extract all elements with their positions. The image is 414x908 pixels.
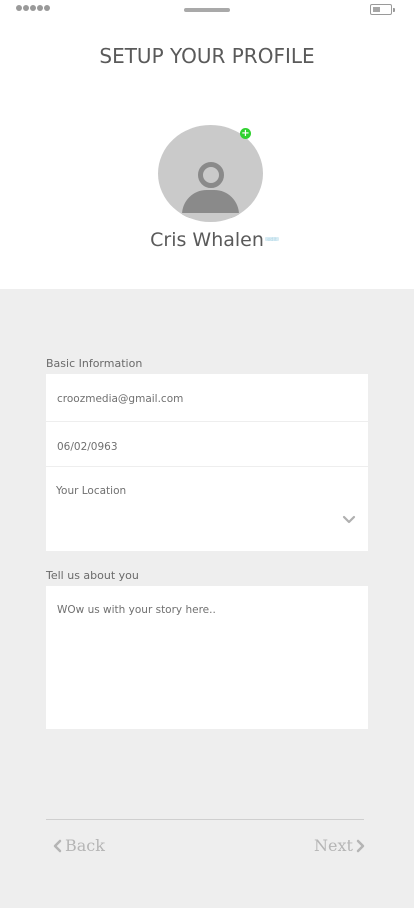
avatar-body bbox=[182, 190, 239, 218]
dob-field[interactable]: 06/02/0963 bbox=[46, 422, 368, 466]
plus-icon[interactable]: + bbox=[240, 128, 251, 139]
svg-text:edit: edit bbox=[267, 237, 277, 243]
user-name: Cris Whalen bbox=[150, 229, 264, 251]
about-placeholder: WOw us with your story here.. bbox=[57, 604, 216, 616]
avatar-head bbox=[198, 162, 224, 188]
dob-value: 06/02/0963 bbox=[57, 441, 118, 453]
email-field[interactable]: croozmedia@gmail.com bbox=[46, 374, 368, 421]
page-title: SETUP YOUR PROFILE bbox=[99, 44, 315, 68]
signal-dots-icon bbox=[16, 5, 50, 11]
basic-information-label: Basic Information bbox=[46, 357, 143, 370]
battery-icon bbox=[370, 4, 395, 15]
next-button[interactable]: Next bbox=[314, 836, 365, 855]
location-placeholder: Your Location bbox=[56, 485, 127, 497]
user-avatar-icon[interactable] bbox=[158, 125, 263, 222]
next-label: Next bbox=[314, 836, 353, 855]
email-value: croozmedia@gmail.com bbox=[57, 393, 184, 405]
back-button[interactable]: Back bbox=[53, 836, 105, 855]
about-label: Tell us about you bbox=[46, 569, 139, 582]
location-select[interactable]: Your Location bbox=[46, 467, 368, 551]
setup-profile-screen: SETUP YOUR PROFILE + Cris Whalen edit Ba… bbox=[0, 0, 414, 908]
home-indicator bbox=[184, 8, 230, 12]
status-bar bbox=[0, 0, 414, 22]
chevron-left-icon bbox=[53, 839, 62, 852]
edit-icon[interactable]: edit bbox=[265, 235, 279, 243]
back-label: Back bbox=[65, 836, 105, 855]
profile-header-section: SETUP YOUR PROFILE + Cris Whalen edit bbox=[0, 0, 414, 289]
chevron-right-icon bbox=[356, 839, 365, 852]
footer-divider bbox=[46, 819, 364, 820]
chevron-down-icon[interactable] bbox=[342, 515, 356, 524]
about-textarea[interactable]: WOw us with your story here.. bbox=[46, 586, 368, 729]
battery-level bbox=[372, 6, 380, 12]
